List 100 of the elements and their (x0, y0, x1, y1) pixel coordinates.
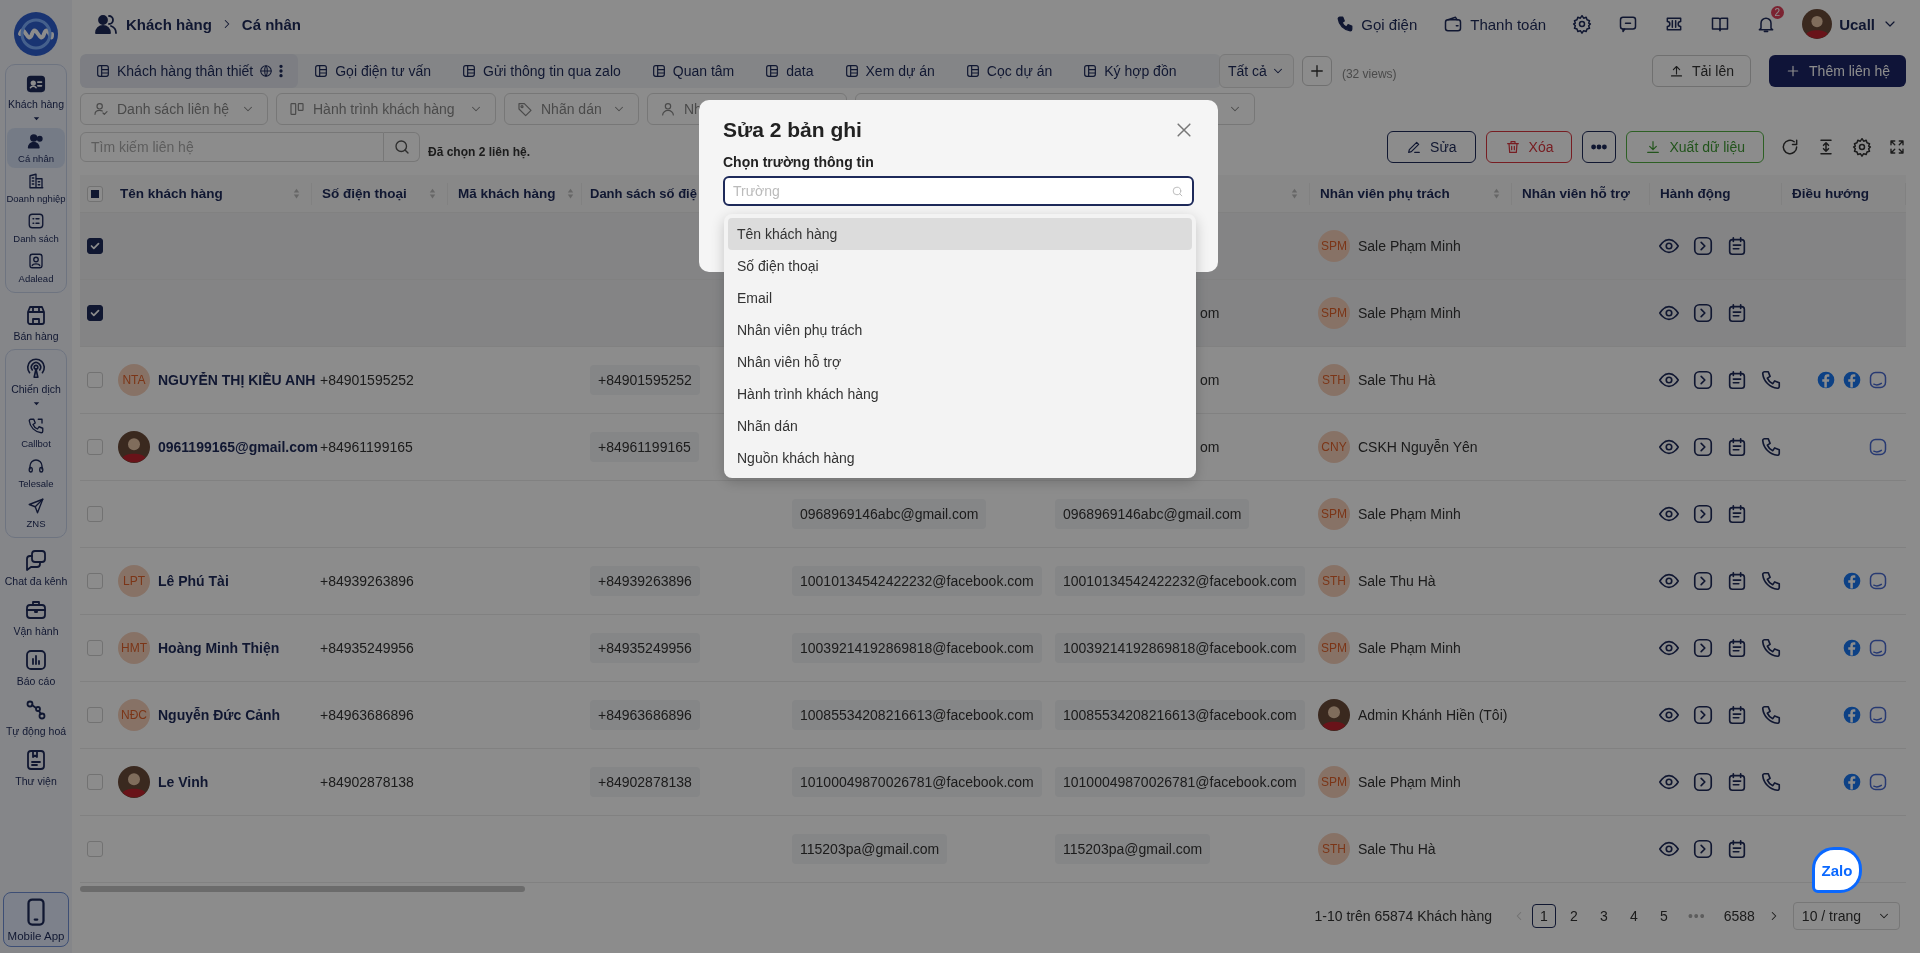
chevron-box-icon[interactable] (1692, 838, 1714, 860)
phone-icon[interactable] (1760, 436, 1782, 458)
facebook-icon[interactable] (1842, 370, 1862, 390)
sidebar-item[interactable]: Vận hành (7, 594, 65, 641)
chevron-box-icon[interactable] (1692, 704, 1714, 726)
page-button[interactable]: 2 (1561, 904, 1586, 928)
edit-button[interactable]: Sửa (1387, 131, 1476, 163)
more-icon[interactable] (279, 64, 284, 78)
breadcrumb-item[interactable]: Khách hàng (126, 15, 212, 33)
scrollbar[interactable] (80, 886, 525, 892)
refresh-icon[interactable] (1780, 137, 1800, 157)
zalo-icon[interactable] (1868, 370, 1888, 390)
zalo-icon[interactable] (1868, 772, 1888, 792)
phone-icon[interactable] (1760, 570, 1782, 592)
dropdown-option[interactable]: Nhãn dán (728, 410, 1192, 442)
add-view-button[interactable] (1301, 56, 1332, 86)
sidebar-item[interactable]: Chiến dịch (7, 354, 65, 413)
dropdown-option[interactable]: Hành trình khách hàng (728, 378, 1192, 410)
page-button[interactable]: 5 (1651, 904, 1676, 928)
field-select[interactable]: Trường (723, 176, 1194, 206)
note-icon[interactable] (1726, 503, 1748, 525)
zalo-icon[interactable] (1868, 638, 1888, 658)
mobile-app-button[interactable]: Mobile App (3, 892, 69, 947)
page-size-select[interactable]: 10 / trang (1792, 902, 1900, 930)
sidebar-item[interactable]: ZNS (7, 493, 65, 533)
note-icon[interactable] (1726, 570, 1748, 592)
zalo-icon[interactable] (1868, 571, 1888, 591)
modal-backdrop[interactable] (0, 0, 1920, 953)
message-icon[interactable] (1618, 14, 1639, 34)
settings-icon[interactable] (1572, 14, 1593, 34)
phone-icon[interactable] (1760, 771, 1782, 793)
page-button[interactable]: 6588 (1717, 904, 1761, 928)
chevron-box-icon[interactable] (1692, 369, 1714, 391)
dropdown-option[interactable]: Nguồn khách hàng (728, 442, 1192, 474)
view-tab[interactable]: Xem dự án (828, 54, 950, 88)
note-icon[interactable] (1726, 637, 1748, 659)
zalo-chat-button[interactable]: Zalo (1812, 847, 1862, 893)
chevron-box-icon[interactable] (1692, 436, 1714, 458)
chevron-box-icon[interactable] (1692, 771, 1714, 793)
phone-icon[interactable] (1760, 369, 1782, 391)
export-button[interactable]: Xuất dữ liệu (1626, 131, 1764, 163)
view-tab[interactable]: Cọc dự án (949, 54, 1068, 88)
note-icon[interactable] (1726, 235, 1748, 257)
sidebar-item[interactable]: Telesale (7, 453, 65, 493)
add-contact-button[interactable]: Thêm liên hệ (1769, 55, 1906, 87)
note-icon[interactable] (1726, 838, 1748, 860)
book-icon[interactable] (1710, 14, 1731, 34)
chevron-box-icon[interactable] (1692, 637, 1714, 659)
delete-button[interactable]: Xóa (1485, 131, 1573, 163)
user-menu[interactable]: Ucall (1802, 9, 1898, 39)
zalo-icon[interactable] (1868, 705, 1888, 725)
facebook-icon[interactable] (1816, 370, 1836, 390)
fullscreen-icon[interactable] (1888, 138, 1906, 156)
note-icon[interactable] (1726, 302, 1748, 324)
view-tab[interactable]: data (749, 54, 829, 88)
note-icon[interactable] (1726, 771, 1748, 793)
sidebar-item[interactable]: Khách hàng (7, 69, 65, 128)
dropdown-option[interactable]: Email (728, 282, 1192, 314)
sidebar-item[interactable]: Adalead (7, 248, 65, 288)
page-button[interactable]: 1 (1531, 904, 1556, 928)
dropdown-option[interactable]: Tên khách hàng (728, 218, 1192, 250)
phone-icon[interactable] (1760, 704, 1782, 726)
note-icon[interactable] (1726, 704, 1748, 726)
sidebar-item[interactable]: Cá nhân (7, 128, 65, 168)
chevron-box-icon[interactable] (1692, 302, 1714, 324)
note-icon[interactable] (1726, 436, 1748, 458)
note-icon[interactable] (1726, 369, 1748, 391)
chevron-box-icon[interactable] (1692, 235, 1714, 257)
more-button[interactable] (1582, 131, 1617, 163)
row-checkbox[interactable] (87, 238, 103, 254)
page-button[interactable]: 3 (1591, 904, 1616, 928)
sidebar-item[interactable]: Callbot (7, 413, 65, 453)
page-button[interactable]: 4 (1621, 904, 1646, 928)
payment-button[interactable]: Thanh toán (1443, 14, 1547, 34)
facebook-icon[interactable] (1842, 638, 1862, 658)
view-tab[interactable]: Ký hợp đồn (1067, 54, 1192, 88)
sidebar-item[interactable]: Báo cáo (7, 644, 65, 691)
sidebar-item[interactable]: Doanh nghiệp (7, 168, 65, 208)
chevron-box-icon[interactable] (1692, 570, 1714, 592)
filter-dropdown[interactable]: Danh sách liên hệ (80, 93, 268, 125)
sidebar-item[interactable]: Bán hàng (7, 299, 65, 346)
view-scope-select[interactable]: Tất cả (1219, 54, 1294, 88)
sidebar-item[interactable]: Chat đa kênh (7, 544, 65, 591)
sidebar-item[interactable]: Thư viện (7, 744, 65, 791)
chevron-box-icon[interactable] (1692, 503, 1714, 525)
facebook-icon[interactable] (1842, 705, 1862, 725)
view-tab[interactable]: Gọi điện tư vấn (298, 54, 446, 88)
row-checkbox[interactable] (87, 305, 103, 321)
upload-button[interactable]: Tải lên (1652, 55, 1752, 87)
view-tab[interactable]: Khách hàng thân thiết (80, 54, 299, 88)
phone-icon[interactable] (1760, 637, 1782, 659)
call-button[interactable]: Gọi điện (1336, 15, 1418, 33)
filter-dropdown[interactable]: Hành trình khách hàng (276, 93, 496, 125)
search-button[interactable] (384, 132, 420, 162)
dropdown-option[interactable]: Số điện thoại (728, 250, 1192, 282)
sidebar-item[interactable]: Tự động hoá (7, 694, 65, 741)
zalo-icon[interactable] (1868, 437, 1888, 457)
view-tab[interactable]: Gửi thông tin qua zalo (446, 54, 636, 88)
dropdown-option[interactable]: Nhân viên hỗ trợ (728, 346, 1192, 378)
sidebar-item[interactable]: Danh sách (7, 208, 65, 248)
